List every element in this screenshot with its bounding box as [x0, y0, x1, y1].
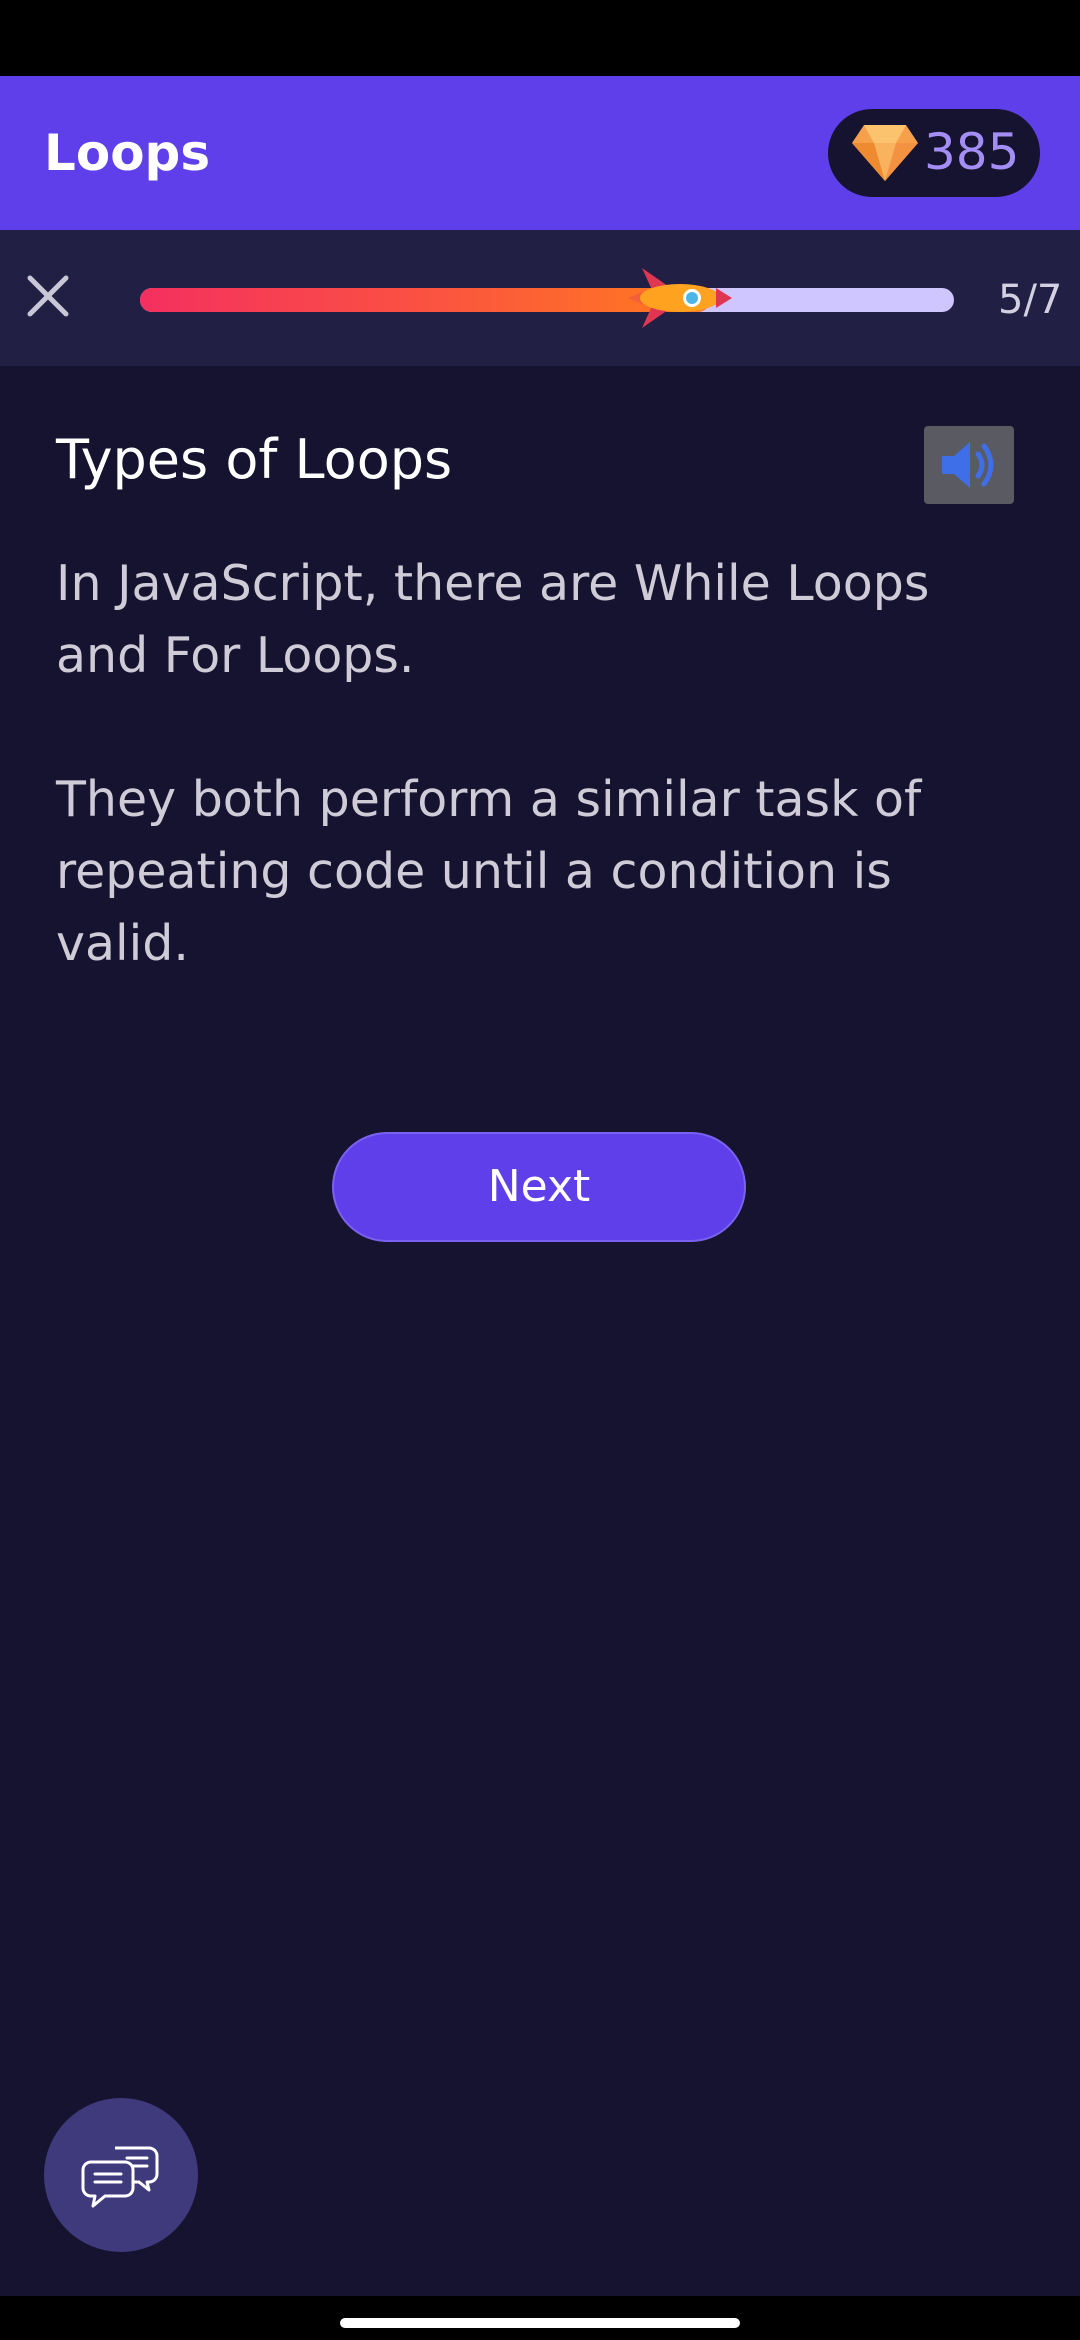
speaker-icon — [942, 442, 994, 488]
sound-button[interactable] — [924, 426, 1014, 504]
gem-count: 385 — [924, 123, 1020, 181]
close-icon[interactable] — [24, 272, 72, 320]
chat-button[interactable] — [44, 2098, 198, 2252]
app-bar: Loops 385 — [0, 76, 1080, 230]
app-bar-title: Loops — [44, 124, 211, 182]
next-button[interactable]: Next — [332, 1132, 746, 1242]
lesson-paragraph: They both perform a similar task of repe… — [56, 771, 922, 972]
lesson-paragraph: In JavaScript, there are While Loops and… — [56, 555, 930, 684]
diamond-icon — [852, 125, 918, 181]
rocket-icon — [628, 268, 732, 328]
step-counter: 5/7 — [998, 277, 1063, 323]
chat-bubbles-icon — [81, 2146, 159, 2208]
progress-track — [140, 288, 954, 312]
lesson-title: Types of Loops — [56, 428, 453, 491]
home-indicator[interactable] — [340, 2318, 740, 2328]
gem-balance[interactable]: 385 — [828, 109, 1040, 197]
status-bar — [0, 0, 1080, 76]
